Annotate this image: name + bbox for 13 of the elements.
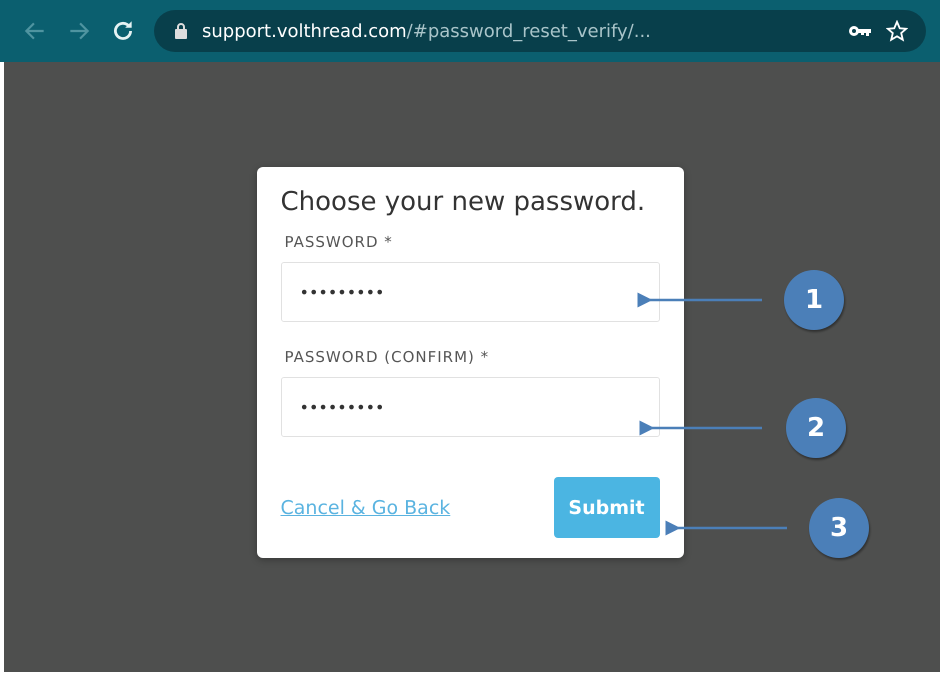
- callout-number: 2: [786, 398, 846, 458]
- field-label: PASSWORD *: [284, 233, 394, 251]
- dialog-title: Choose your new password.: [280, 187, 646, 217]
- key-icon[interactable]: [848, 24, 872, 38]
- star-icon[interactable]: [886, 20, 908, 42]
- callout-number: 3: [809, 498, 869, 558]
- address-bar[interactable]: support.volthread.com/#password_reset_verify/...: [154, 10, 926, 52]
- password-field[interactable]: •••••••••: [280, 377, 660, 437]
- password-field[interactable]: •••••••••: [280, 262, 660, 322]
- callout-number: 1: [784, 270, 844, 330]
- lock-icon: [174, 22, 188, 40]
- field-label: PASSWORD (CONFIRM) *: [284, 348, 490, 366]
- url-text: support.volthread.com/#password_reset_verify/...: [202, 20, 652, 42]
